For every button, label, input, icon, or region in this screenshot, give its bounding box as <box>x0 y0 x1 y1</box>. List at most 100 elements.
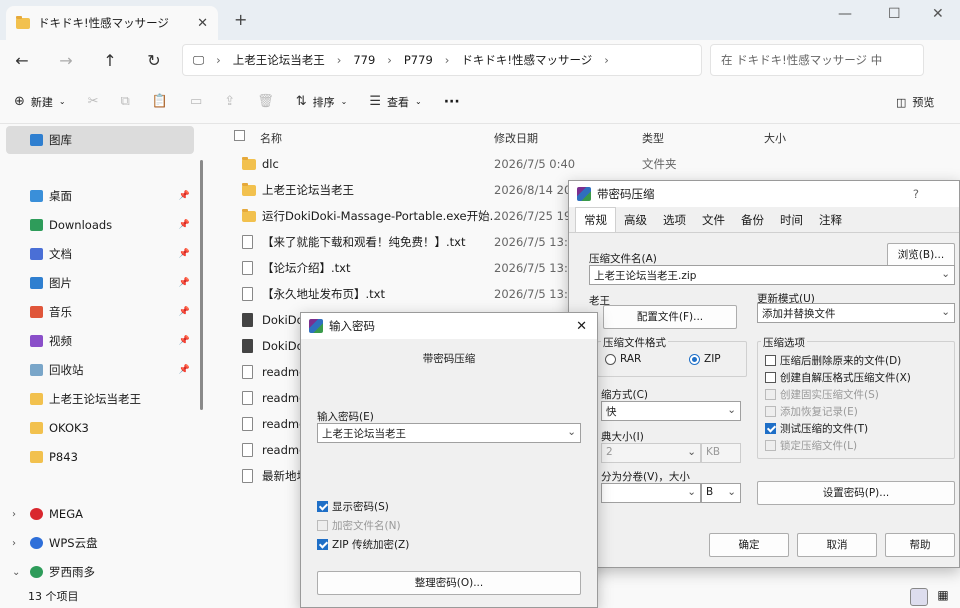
breadcrumb-item[interactable]: ドキドキ!性感マッサージ <box>461 52 592 68</box>
cut-button[interactable]: ✂ <box>88 94 99 109</box>
close-icon[interactable]: ✕ <box>576 319 587 334</box>
view-button[interactable]: ☰ 查看 ⌄ <box>369 94 421 110</box>
dict-select[interactable]: 2 ⌄ <box>601 443 701 463</box>
split-unit-select[interactable]: B ⌄ <box>701 483 741 503</box>
browse-button[interactable]: 浏览(B)... <box>887 243 955 267</box>
sidebar-item[interactable]: 回收站 📌 <box>0 356 194 384</box>
column-date[interactable]: 修改日期 <box>494 130 538 146</box>
pin-icon[interactable]: 📌 <box>179 191 190 201</box>
organize-passwords-button[interactable]: 整理密码(O)... <box>317 571 581 595</box>
sidebar-item[interactable]: › MEGA <box>0 500 194 528</box>
option-checkbox[interactable]: 测试压缩的文件(T) <box>765 421 868 436</box>
sidebar-item[interactable]: 图片 📌 <box>0 269 194 297</box>
file-row[interactable]: dlc 2026/7/5 0:40 文件夹 <box>238 152 958 176</box>
pin-icon[interactable]: 📌 <box>179 278 190 288</box>
new-button[interactable]: ⊕ 新建 ⌄ <box>14 94 66 110</box>
sidebar-item[interactable]: P843 <box>0 443 194 471</box>
show-password-checkbox[interactable]: 显示密码(S) <box>317 499 389 514</box>
chevron-right-icon[interactable]: › <box>12 538 16 549</box>
format-rar-radio[interactable]: RAR <box>605 353 641 365</box>
zip-legacy-checkbox[interactable]: ZIP 传统加密(Z) <box>317 537 409 552</box>
tab-0[interactable]: 常规 <box>575 207 616 232</box>
file-name: 【来了就能下载和观看！纯免费！】.txt <box>262 235 466 249</box>
sidebar-scrollbar[interactable] <box>200 160 203 410</box>
sidebar-item[interactable]: OKOK3 <box>0 414 194 442</box>
option-checkbox[interactable]: 锁定压缩文件(L) <box>765 438 857 453</box>
sidebar-item[interactable]: 文档 📌 <box>0 240 194 268</box>
method-select[interactable]: 快 ⌄ <box>601 401 741 421</box>
pin-icon[interactable]: 📌 <box>179 307 190 317</box>
share-button[interactable]: ⇪ <box>224 94 235 109</box>
encrypt-names-checkbox[interactable]: 加密文件名(N) <box>317 518 401 533</box>
sidebar-item[interactable]: › WPS云盘 <box>0 529 194 557</box>
breadcrumb-item[interactable]: 779 <box>353 53 375 67</box>
preview-button[interactable]: ◫ 预览 <box>896 94 934 110</box>
pin-icon[interactable]: 📌 <box>179 249 190 259</box>
format-zip-radio[interactable]: ZIP <box>689 353 721 365</box>
pin-icon[interactable]: 📌 <box>179 336 190 346</box>
close-window-icon[interactable]: ✕ <box>932 6 944 22</box>
password-input[interactable]: 上老王论坛当老王 ⌄ <box>317 423 581 443</box>
sidebar-item[interactable]: 上老王论坛当老王 <box>0 385 194 413</box>
option-checkbox[interactable]: 添加恢复记录(E) <box>765 404 858 419</box>
address-bar[interactable]: 🖵 › 上老王论坛当老王 › 779 › P779 › ドキドキ!性感マッサージ… <box>182 44 702 76</box>
sidebar-item[interactable]: 音乐 📌 <box>0 298 194 326</box>
sidebar-item[interactable]: 桌面 📌 <box>0 182 194 210</box>
breadcrumb-item[interactable]: 上老王论坛当老王 <box>233 52 325 68</box>
forward-icon[interactable]: → <box>44 51 88 70</box>
update-mode-select[interactable]: 添加并替换文件 ⌄ <box>757 303 955 323</box>
sidebar-item[interactable]: ⌄ 罗西雨多 <box>0 558 194 586</box>
tiles-view-icon[interactable]: ▦ <box>934 588 952 606</box>
breadcrumb-item[interactable]: P779 <box>404 53 433 67</box>
tab-4[interactable]: 备份 <box>733 208 772 232</box>
dict-unit-select[interactable]: KB <box>701 443 741 463</box>
search-input[interactable]: 在 ドキドキ!性感マッサージ 中 <box>710 44 924 76</box>
pin-icon[interactable]: 📌 <box>179 365 190 375</box>
delete-button[interactable]: 🗑 <box>257 94 274 109</box>
tab-3[interactable]: 文件 <box>694 208 733 232</box>
cancel-button[interactable]: 取消 <box>797 533 877 557</box>
tab-1[interactable]: 高级 <box>616 208 655 232</box>
tab-2[interactable]: 选项 <box>655 208 694 232</box>
tab-5[interactable]: 时间 <box>772 208 811 232</box>
set-password-button[interactable]: 设置密码(P)... <box>757 481 955 505</box>
option-checkbox[interactable]: 创建自解压格式压缩文件(X) <box>765 370 911 385</box>
pin-icon[interactable]: 📌 <box>179 220 190 230</box>
minimize-icon[interactable]: — <box>838 6 852 22</box>
sort-button[interactable]: ⇅ 排序 ⌄ <box>296 94 348 110</box>
chevron-down-icon[interactable]: ⌄ <box>12 567 20 578</box>
back-icon[interactable]: ← <box>0 51 44 70</box>
close-tab-icon[interactable]: ✕ <box>197 16 208 31</box>
up-icon[interactable]: ↑ <box>88 51 132 70</box>
paste-button[interactable]: 📋 <box>152 94 168 109</box>
sidebar-item-icon <box>30 393 43 405</box>
option-checkbox[interactable]: 压缩后删除原来的文件(D) <box>765 353 901 368</box>
maximize-icon[interactable]: ☐ <box>888 6 901 22</box>
details-view-icon[interactable] <box>910 588 928 606</box>
column-type[interactable]: 类型 <box>642 130 664 146</box>
sidebar-item[interactable]: 视频 📌 <box>0 327 194 355</box>
more-button[interactable]: ··· <box>444 94 460 110</box>
sidebar-item-label: 罗西雨多 <box>49 565 95 579</box>
sidebar-item[interactable]: Downloads 📌 <box>0 211 194 239</box>
sidebar-item-gallery[interactable]: 图库 <box>6 126 194 154</box>
profile-button[interactable]: 配置文件(F)... <box>603 305 737 329</box>
archive-dialog-title-bar: 带密码压缩 ? <box>569 181 959 207</box>
chevron-right-icon[interactable]: › <box>12 509 16 520</box>
refresh-icon[interactable]: ↻ <box>132 51 176 70</box>
column-size[interactable]: 大小 <box>764 130 786 146</box>
explorer-tab[interactable]: ドキドキ!性感マッサージ ✕ <box>6 6 218 40</box>
archive-name-field[interactable]: 上老王论坛当老王.zip ⌄ <box>589 265 955 285</box>
rename-button[interactable]: ▭ <box>190 94 202 109</box>
tab-6[interactable]: 注释 <box>811 208 850 232</box>
ok-button[interactable]: 确定 <box>709 533 789 557</box>
copy-button[interactable]: ⧉ <box>121 94 130 109</box>
help-button[interactable]: 帮助 <box>885 533 955 557</box>
option-checkbox[interactable]: 创建固实压缩文件(S) <box>765 387 879 402</box>
split-size-input[interactable]: ⌄ <box>601 483 701 503</box>
column-name[interactable]: 名称 <box>260 130 282 146</box>
help-icon[interactable]: ? <box>913 187 919 201</box>
select-all-checkbox[interactable] <box>234 130 245 144</box>
sidebar-item-label: 文档 <box>49 247 72 261</box>
new-tab-button[interactable]: + <box>234 10 247 29</box>
